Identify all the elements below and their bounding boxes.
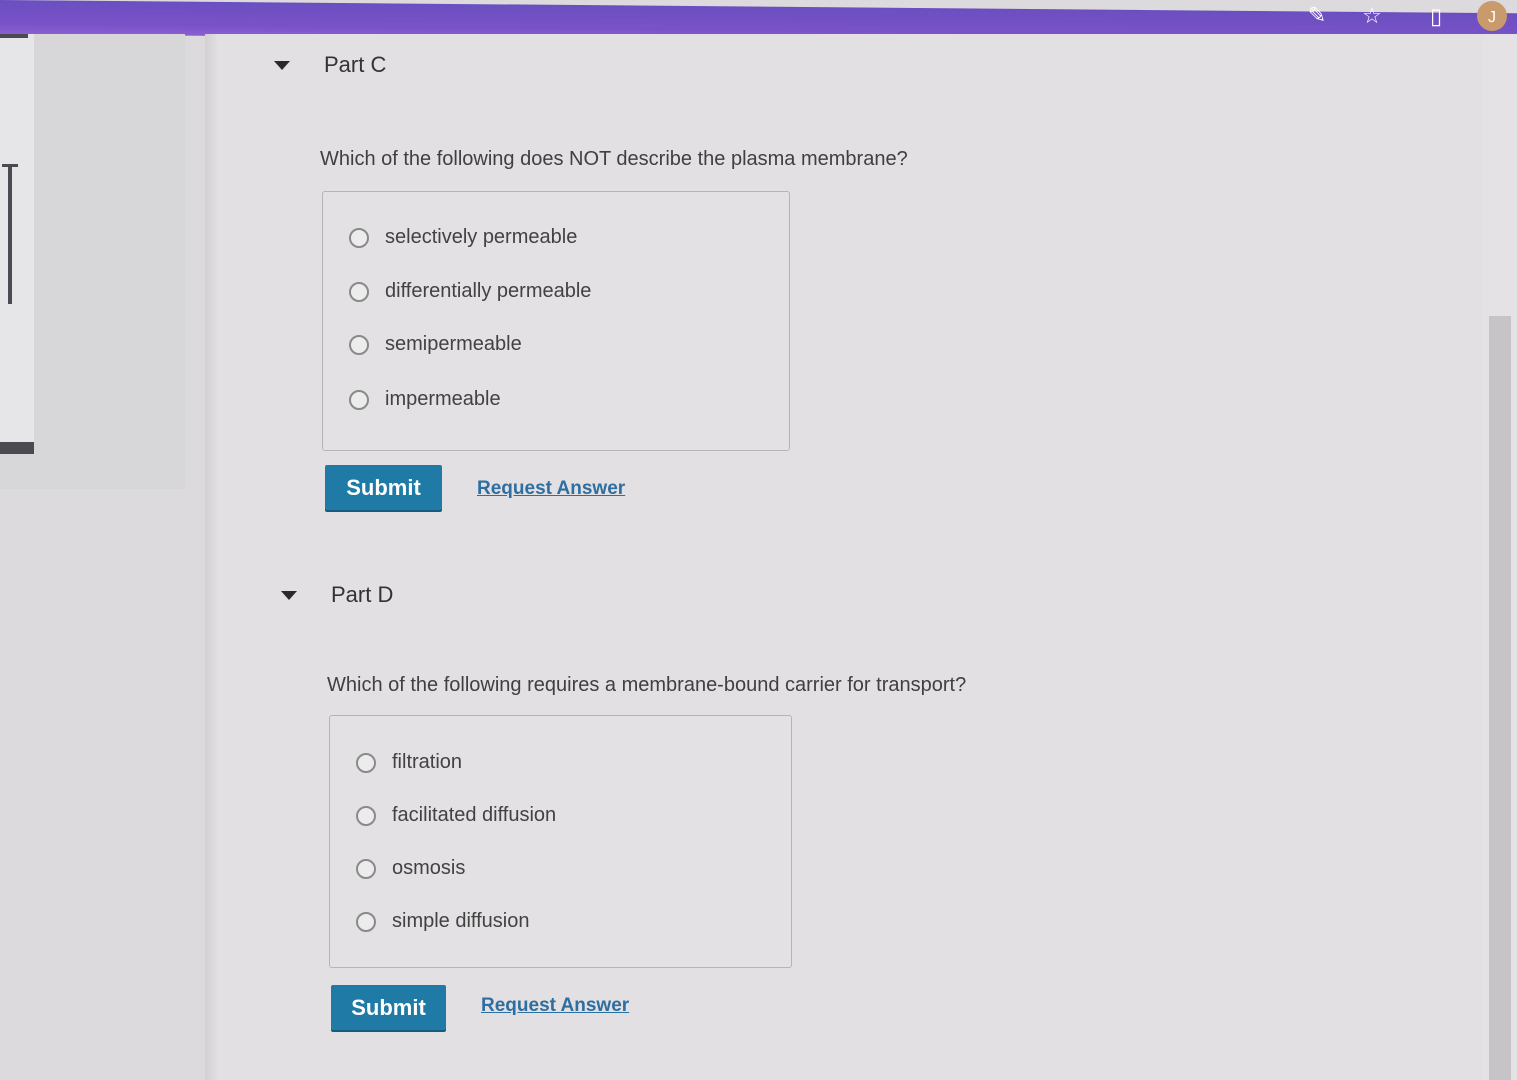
radio-button[interactable] [349, 227, 369, 248]
caret-down-icon [274, 60, 290, 70]
radio-button[interactable] [349, 281, 369, 302]
part-d-option-4[interactable]: simple diffusion [356, 910, 529, 933]
part-c-request-answer-link[interactable]: Request Answer [477, 478, 625, 500]
part-d-option-2[interactable]: facilitated diffusion [356, 804, 556, 827]
part-c-submit-button[interactable]: Submit [325, 465, 442, 510]
part-d-question: Which of the following requires a membra… [327, 674, 967, 696]
radio-button[interactable] [349, 334, 369, 355]
part-c-option-4[interactable]: impermeable [349, 388, 501, 411]
part-c-title: Part C [324, 52, 387, 77]
caret-down-icon [281, 590, 297, 600]
part-d-option-3[interactable]: osmosis [356, 857, 465, 880]
option-label: selectively permeable [385, 226, 578, 248]
option-label: facilitated diffusion [392, 804, 557, 826]
part-d-title: Part D [331, 582, 394, 607]
part-d-request-answer-link[interactable]: Request Answer [481, 995, 629, 1017]
option-label: semipermeable [385, 333, 522, 355]
panel-icon[interactable]: ▯ [1424, 4, 1448, 29]
part-d-option-1[interactable]: filtration [356, 751, 462, 774]
radio-button[interactable] [349, 389, 369, 410]
option-label: filtration [392, 751, 463, 773]
star-icon[interactable]: ☆ [1360, 4, 1384, 29]
part-c-options: selectively permeable differentially per… [322, 191, 790, 451]
edit-icon[interactable]: ✎ [1305, 3, 1329, 28]
option-label: osmosis [392, 857, 466, 879]
scrollbar-thumb[interactable] [1489, 316, 1511, 1080]
left-sidebar-strip [0, 34, 34, 454]
part-c-option-2[interactable]: differentially permeable [349, 280, 591, 303]
part-d-options: filtration facilitated diffusion osmosis… [329, 715, 792, 968]
part-c-option-3[interactable]: semipermeable [349, 333, 522, 356]
part-d-header[interactable]: Part D [281, 582, 393, 608]
radio-button[interactable] [356, 911, 376, 932]
option-label: impermeable [385, 388, 501, 410]
part-c-header[interactable]: Part C [274, 52, 386, 78]
option-label: simple diffusion [392, 910, 530, 932]
radio-button[interactable] [356, 805, 376, 826]
part-d-submit-button[interactable]: Submit [331, 985, 446, 1030]
radio-button[interactable] [356, 752, 376, 773]
option-label: differentially permeable [385, 280, 592, 302]
avatar[interactable]: J [1477, 0, 1507, 32]
radio-button[interactable] [356, 858, 376, 879]
part-c-option-1[interactable]: selectively permeable [349, 226, 577, 249]
part-c-question: Which of the following does NOT describe… [320, 148, 908, 170]
panel-divider [205, 34, 217, 1080]
